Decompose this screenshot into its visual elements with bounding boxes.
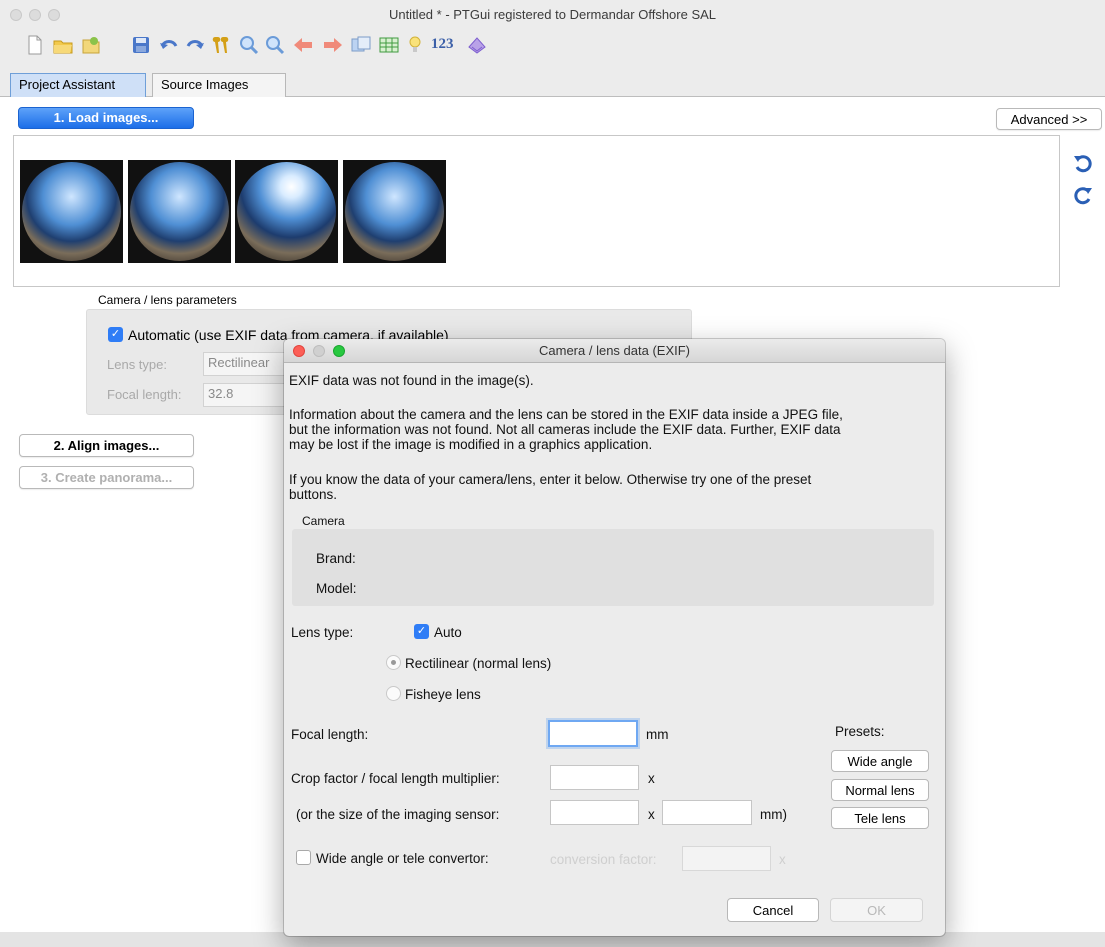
table-icon[interactable] xyxy=(378,34,400,56)
main-lens-type-select[interactable]: Rectilinear xyxy=(203,352,293,376)
control-points-icon[interactable] xyxy=(210,34,232,56)
sensor-x: x xyxy=(648,807,655,822)
conversion-factor-input[interactable] xyxy=(682,846,771,871)
main-lens-type-label: Lens type: xyxy=(107,357,167,372)
rectilinear-label: Rectilinear (normal lens) xyxy=(405,656,552,671)
zoom-out-icon[interactable] xyxy=(264,34,286,56)
camera-section xyxy=(292,529,934,606)
image-thumbnail[interactable] xyxy=(235,160,338,263)
advanced-button[interactable]: Advanced >> xyxy=(996,108,1102,130)
camera-section-title: Camera xyxy=(302,514,345,528)
zoom-in-icon[interactable] xyxy=(238,34,260,56)
preset-normal-lens-button[interactable]: Normal lens xyxy=(831,779,929,801)
numbers-icon[interactable]: 123 xyxy=(431,36,454,53)
lens-type-label: Lens type: xyxy=(291,625,354,640)
undo-icon[interactable] xyxy=(158,34,180,56)
crop-factor-x: x xyxy=(648,771,655,786)
open-template-icon[interactable] xyxy=(80,34,102,56)
convertor-checkbox[interactable] xyxy=(296,850,311,865)
convertor-label: Wide angle or tele convertor: xyxy=(316,851,489,866)
sensor-unit: mm) xyxy=(760,807,787,822)
camera-group-title: Camera / lens parameters xyxy=(98,293,237,307)
fisheye-radio[interactable] xyxy=(386,686,401,701)
rotate-right-icon[interactable] xyxy=(1072,185,1094,207)
exif-hint-line-2: buttons. xyxy=(289,487,338,502)
sensor-size-label: (or the size of the imaging sensor: xyxy=(296,807,500,822)
focal-length-label: Focal length: xyxy=(291,727,369,742)
exif-dialog: Camera / lens data (EXIF) EXIF data was … xyxy=(284,339,945,936)
tab-project-assistant[interactable]: Project Assistant xyxy=(10,73,146,97)
lens-auto-label: Auto xyxy=(434,625,462,640)
rectilinear-radio[interactable] xyxy=(386,655,401,670)
preset-wide-angle-button[interactable]: Wide angle xyxy=(831,750,929,772)
exif-info-line-2: but the information was not found. Not a… xyxy=(289,422,841,437)
open-folder-icon[interactable] xyxy=(52,34,74,56)
presets-label: Presets: xyxy=(835,724,885,739)
main-focal-length-label: Focal length: xyxy=(107,387,182,402)
conversion-factor-label: conversion factor: xyxy=(550,852,657,867)
sensor-width-input[interactable] xyxy=(550,800,639,825)
ok-button[interactable]: OK xyxy=(830,898,923,922)
image-thumbnail[interactable] xyxy=(343,160,446,263)
automatic-exif-checkbox[interactable]: ✓ xyxy=(108,327,123,342)
create-panorama-button[interactable]: 3. Create panorama... xyxy=(19,466,194,489)
conversion-factor-x: x xyxy=(779,852,786,867)
new-file-icon[interactable] xyxy=(24,34,46,56)
dialog-titlebar: Camera / lens data (EXIF) xyxy=(284,339,945,363)
save-icon[interactable] xyxy=(130,34,152,56)
image-thumbnail[interactable] xyxy=(128,160,231,263)
fisheye-label: Fisheye lens xyxy=(405,687,481,702)
brand-label: Brand: xyxy=(316,551,356,566)
tip-icon[interactable] xyxy=(404,34,426,56)
window-titlebar: Untitled * - PTGui registered to Dermand… xyxy=(0,0,1105,30)
main-focal-length-field[interactable]: 32.8 xyxy=(203,383,293,407)
preset-tele-lens-button[interactable]: Tele lens xyxy=(831,807,929,829)
tab-bar: Project Assistant Source Images xyxy=(0,73,1105,97)
window-title: Untitled * - PTGui registered to Dermand… xyxy=(388,7,717,22)
sensor-height-input[interactable] xyxy=(662,800,752,825)
panorama-editor-icon[interactable] xyxy=(350,34,372,56)
toolbar: 123 xyxy=(0,28,1105,66)
cancel-button[interactable]: Cancel xyxy=(727,898,819,922)
exif-info-line-1: Information about the camera and the len… xyxy=(289,407,843,422)
next-icon[interactable] xyxy=(322,34,344,56)
focal-length-unit: mm xyxy=(646,727,669,742)
model-label: Model: xyxy=(316,581,357,596)
image-thumbnail[interactable] xyxy=(20,160,123,263)
exif-info-line-3: may be lost if the image is modified in … xyxy=(289,437,653,452)
redo-icon[interactable] xyxy=(184,34,206,56)
crop-factor-input[interactable] xyxy=(550,765,639,790)
exif-not-found-message: EXIF data was not found in the image(s). xyxy=(289,373,534,388)
exif-hint-line-1: If you know the data of your camera/lens… xyxy=(289,472,812,487)
optimizer-icon[interactable] xyxy=(466,34,488,56)
lens-auto-checkbox[interactable]: ✓ xyxy=(414,624,429,639)
load-images-button[interactable]: 1. Load images... xyxy=(18,107,194,129)
dialog-title: Camera / lens data (EXIF) xyxy=(539,343,690,358)
previous-icon[interactable] xyxy=(292,34,314,56)
focal-length-input[interactable] xyxy=(548,720,638,747)
rotate-left-icon[interactable] xyxy=(1072,153,1094,175)
align-images-button[interactable]: 2. Align images... xyxy=(19,434,194,457)
crop-factor-label: Crop factor / focal length multiplier: xyxy=(291,771,500,786)
tab-source-images[interactable]: Source Images xyxy=(152,73,286,97)
